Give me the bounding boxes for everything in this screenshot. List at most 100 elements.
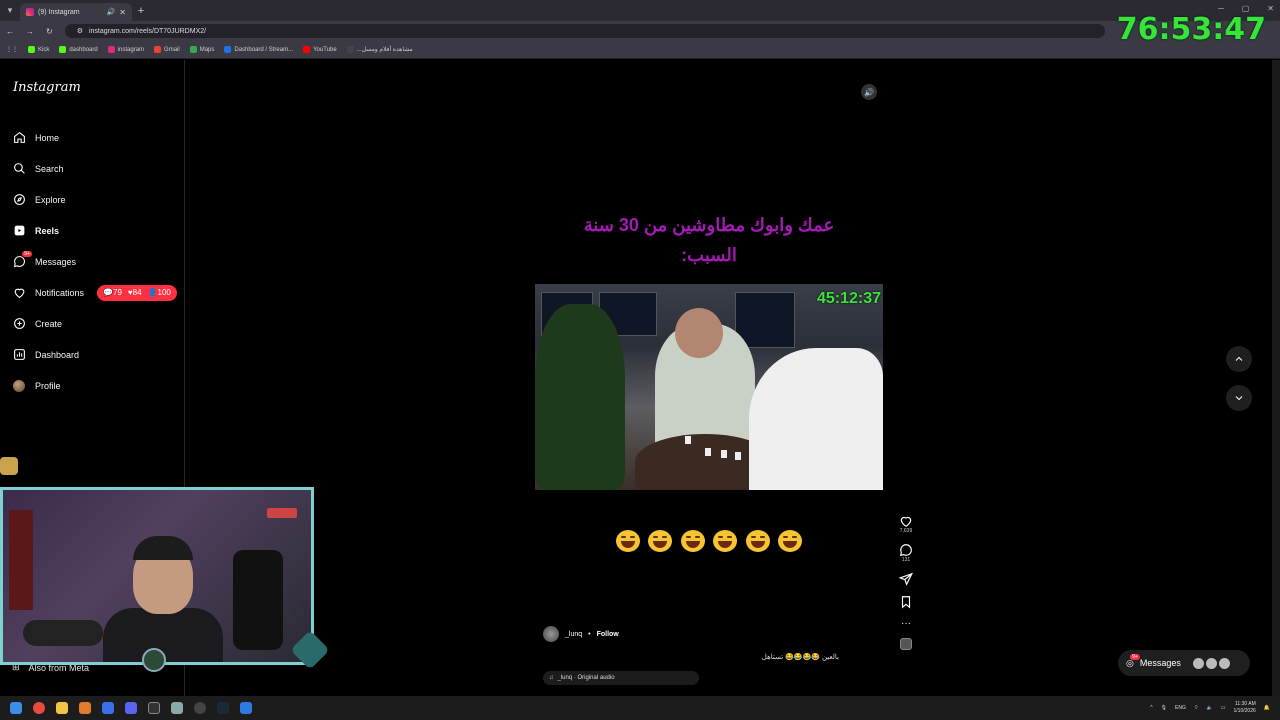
app-icon[interactable]	[194, 702, 206, 714]
system-tray: ^ 🎙 ENG ⌔ 🔈 ▭ 11:30 AM 1/10/2026 🔔	[1150, 696, 1270, 720]
chevron-up-icon[interactable]: ^	[1150, 705, 1152, 711]
more-icon: ···	[901, 618, 911, 629]
bookmark-kick[interactable]: Kick	[28, 46, 49, 53]
app-icon[interactable]	[79, 702, 91, 714]
windows-start-icon[interactable]	[10, 702, 22, 714]
bookmark-youtube[interactable]: YouTube	[303, 46, 337, 53]
caption-line-2: السبب:	[681, 245, 737, 265]
sidebar-item-explore[interactable]: Explore	[12, 184, 177, 215]
heart-icon	[12, 286, 26, 300]
notifications-summary-pill[interactable]: 💬79 ♥84 👤100	[97, 284, 177, 301]
volume-icon[interactable]: 🔊	[861, 84, 877, 100]
bookmark-dashboard[interactable]: dashboard	[59, 46, 98, 53]
caption-line-1: عمك وابوك مطاوشين من 30 سنة	[583, 215, 835, 235]
back-icon[interactable]: ←	[6, 27, 14, 36]
site-info-icon[interactable]: ⚙	[77, 27, 83, 35]
battery-icon[interactable]: ▭	[1221, 705, 1226, 711]
close-window-icon[interactable]: ✕	[1267, 4, 1274, 13]
save-button[interactable]	[899, 595, 913, 609]
discord-icon[interactable]	[125, 702, 137, 714]
tab-list-dropdown-icon[interactable]: ▾	[0, 5, 20, 16]
new-tab-icon[interactable]: +	[132, 5, 150, 17]
author-username[interactable]: _lunq	[565, 631, 582, 638]
sidebar-item-label: Profile	[35, 380, 61, 391]
app-icon[interactable]	[240, 702, 252, 714]
audio-thumbnail-button[interactable]	[900, 638, 912, 650]
messages-badge: 9+	[22, 250, 32, 257]
youtube-icon	[303, 46, 311, 53]
page-scrollbar[interactable]	[1272, 60, 1280, 696]
laughing-emoji-icon	[713, 530, 738, 552]
sidebar-item-create[interactable]: Create	[12, 308, 177, 339]
close-tab-icon[interactable]: ✕	[119, 8, 126, 17]
webcam-emblem-icon	[142, 648, 166, 672]
messenger-icon: ◎ 9+	[1126, 653, 1140, 668]
notification-bell-icon[interactable]: 🔔	[1264, 705, 1270, 711]
more-options-button[interactable]: ···	[901, 618, 911, 629]
share-button[interactable]	[899, 572, 913, 586]
streamer-webcam-overlay	[0, 487, 314, 665]
compass-icon	[12, 193, 26, 207]
playing-card	[721, 450, 727, 458]
playing-card	[685, 436, 691, 444]
author-avatar[interactable]	[543, 626, 559, 642]
sidebar-item-label: Explore	[35, 194, 66, 205]
speaker-icon[interactable]: 🔈	[1207, 705, 1213, 711]
playing-card	[705, 448, 711, 456]
sidebar-item-profile[interactable]: Profile	[12, 370, 177, 401]
bookmark-stream-dashboard[interactable]: Dashboard / Stream...	[224, 46, 293, 53]
playing-card	[735, 452, 741, 460]
sidebar-nav: Home Search Explore Reels 9+ Messages No…	[12, 122, 177, 401]
laughing-emojis	[535, 530, 883, 558]
sidebar-item-label: Dashboard	[35, 349, 80, 360]
instagram-logo[interactable]: Instagram	[13, 80, 81, 95]
comment-icon: 💬	[103, 288, 113, 297]
shelf-image	[9, 510, 33, 610]
instagram-favicon-icon	[26, 8, 34, 16]
audio-icon[interactable]: 🔊	[107, 8, 116, 16]
messages-floating-button[interactable]: ◎ 9+ Messages	[1118, 650, 1250, 676]
apps-grid-icon[interactable]: ⋮⋮	[6, 46, 18, 53]
browser-tab-instagram[interactable]: (9) Instagram 🔊 ✕	[20, 3, 132, 21]
reel-description[interactable]: بالعين 😂😂😂😂 تستاهل	[762, 653, 839, 661]
wifi-icon[interactable]: ⌔	[1194, 705, 1199, 711]
original-audio-link[interactable]: ♫ _lunq · Original audio	[543, 671, 699, 685]
sidebar-item-notifications[interactable]: Notifications 💬79 ♥84 👤100	[12, 277, 177, 308]
file-explorer-icon[interactable]	[56, 702, 68, 714]
reel-actions: 7,639 131 ···	[896, 514, 916, 659]
system-clock[interactable]: 11:30 AM 1/10/2026	[1234, 701, 1256, 715]
sidebar-item-home[interactable]: Home	[12, 122, 177, 153]
bookmark-label: dashboard	[69, 46, 98, 53]
url-field[interactable]: ⚙ instagram.com/reels/DT70JURDMX2/	[64, 24, 1105, 38]
like-count: ♥84	[128, 288, 142, 297]
sidebar-item-search[interactable]: Search	[12, 153, 177, 184]
previous-reel-button[interactable]	[1226, 346, 1252, 372]
follow-button[interactable]: Follow	[597, 631, 619, 638]
sidebar-item-dashboard[interactable]: Dashboard	[12, 339, 177, 370]
bookmark-movies[interactable]: ...مشاهدة أفلام ومسل	[346, 46, 413, 53]
app-icon[interactable]	[102, 702, 114, 714]
comment-button[interactable]: 131	[899, 543, 913, 563]
bookmark-instagram[interactable]: instagram	[107, 46, 144, 53]
sidebar-item-label: Notifications	[35, 287, 85, 298]
language-indicator[interactable]: ENG	[1175, 705, 1186, 711]
mic-icon[interactable]: 🎙	[1161, 705, 1167, 711]
bookmark-label: Dashboard / Stream...	[234, 46, 294, 53]
browser-tabbar: ▾ (9) Instagram 🔊 ✕ + ─ ▢ ✕	[0, 0, 1280, 21]
sidebar-item-reels[interactable]: Reels	[12, 215, 177, 246]
forward-icon[interactable]: →	[26, 27, 34, 36]
like-button[interactable]: 7,639	[899, 514, 913, 534]
next-reel-button[interactable]	[1226, 385, 1252, 411]
app-icon[interactable]	[148, 702, 160, 714]
settings-icon[interactable]	[171, 702, 183, 714]
steam-icon[interactable]	[217, 702, 229, 714]
sidebar-item-messages[interactable]: 9+ Messages	[12, 246, 177, 277]
bookmark-maps[interactable]: Maps	[189, 46, 214, 53]
reel-player[interactable]: 🔊 عمك وابوك مطاوشين من 30 سنة السبب: 45:…	[535, 78, 883, 695]
person-icon: 👤	[147, 288, 158, 297]
bookmark-gmail[interactable]: Gmail	[154, 46, 180, 53]
gmail-icon	[154, 46, 162, 53]
reload-icon[interactable]: ↻	[46, 27, 53, 36]
chrome-icon[interactable]	[33, 702, 45, 714]
reels-icon	[12, 224, 26, 238]
